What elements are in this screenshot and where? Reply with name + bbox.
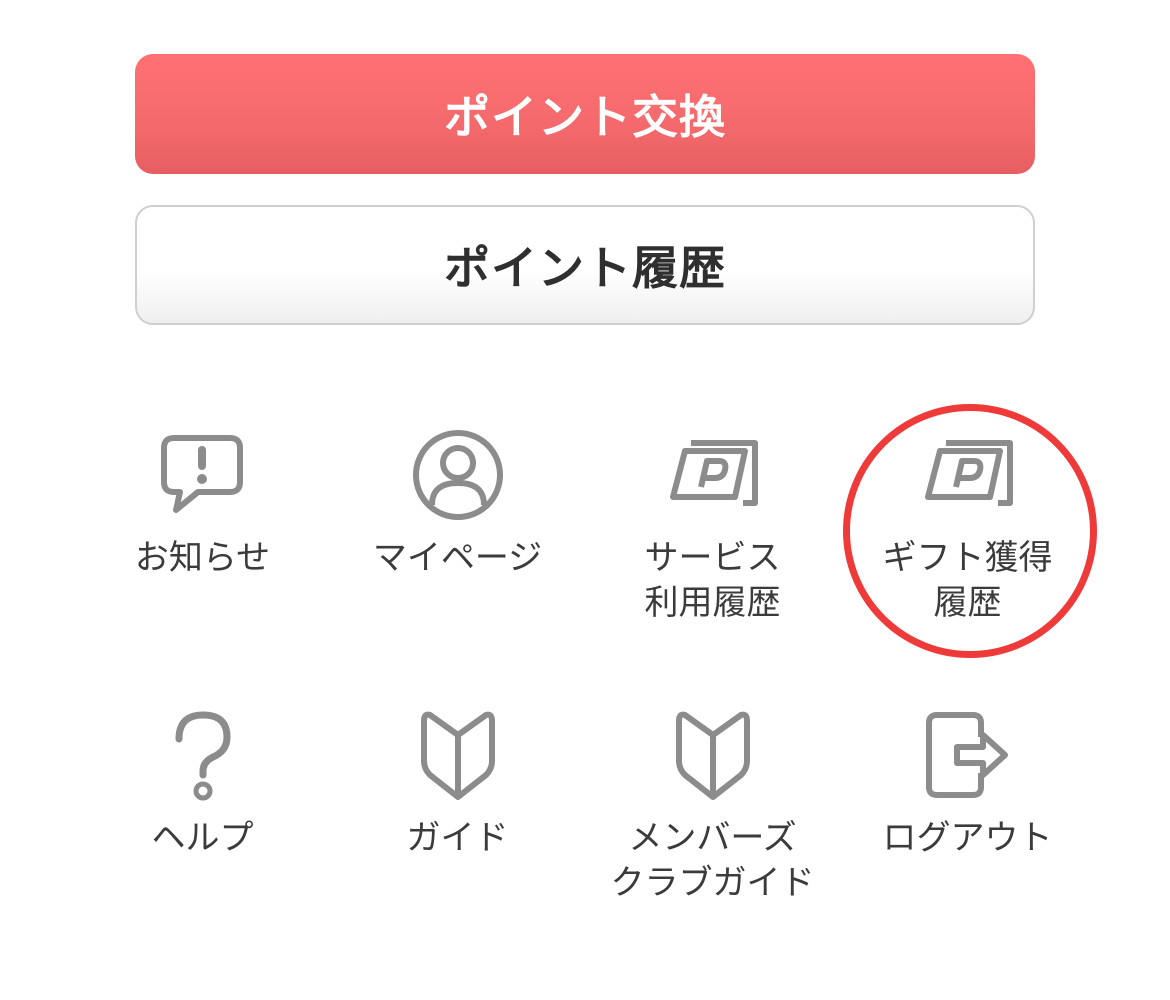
menu-label-guide: ガイド <box>406 818 509 858</box>
beginner-mark-icon <box>658 700 768 810</box>
question-icon <box>148 700 258 810</box>
logout-icon <box>913 700 1023 810</box>
beginner-mark-icon <box>403 700 513 810</box>
user-icon <box>403 420 513 530</box>
menu-label-mypage: マイページ <box>372 538 543 578</box>
point-history-button[interactable]: ポイント履歴 <box>135 205 1035 325</box>
menu-item-notice[interactable]: お知らせ <box>75 420 330 581</box>
menu-label-help: ヘルプ <box>151 818 254 858</box>
point-card-icon <box>913 420 1023 530</box>
menu-item-logout[interactable]: ログアウト <box>840 700 1095 861</box>
menu-label-service-history: サービス 利用履歴 <box>644 538 781 623</box>
menu-label-logout: ログアウト <box>882 818 1053 858</box>
menu-item-service-history[interactable]: サービス 利用履歴 <box>585 420 840 626</box>
menu-item-mypage[interactable]: マイページ <box>330 420 585 581</box>
menu-item-guide[interactable]: ガイド <box>330 700 585 861</box>
point-exchange-button[interactable]: ポイント交換 <box>135 54 1035 174</box>
menu-item-members-guide[interactable]: メンバーズ クラブガイド <box>585 700 840 906</box>
point-card-icon <box>658 420 768 530</box>
menu-item-gift-history[interactable]: ギフト獲得 履歴 <box>840 420 1095 626</box>
menu-label-members-guide: メンバーズ クラブガイド <box>610 818 815 903</box>
menu-label-gift-history: ギフト獲得 履歴 <box>882 538 1053 623</box>
notice-icon <box>148 420 258 530</box>
menu-label-notice: お知らせ <box>134 538 271 578</box>
menu-item-help[interactable]: ヘルプ <box>75 700 330 861</box>
